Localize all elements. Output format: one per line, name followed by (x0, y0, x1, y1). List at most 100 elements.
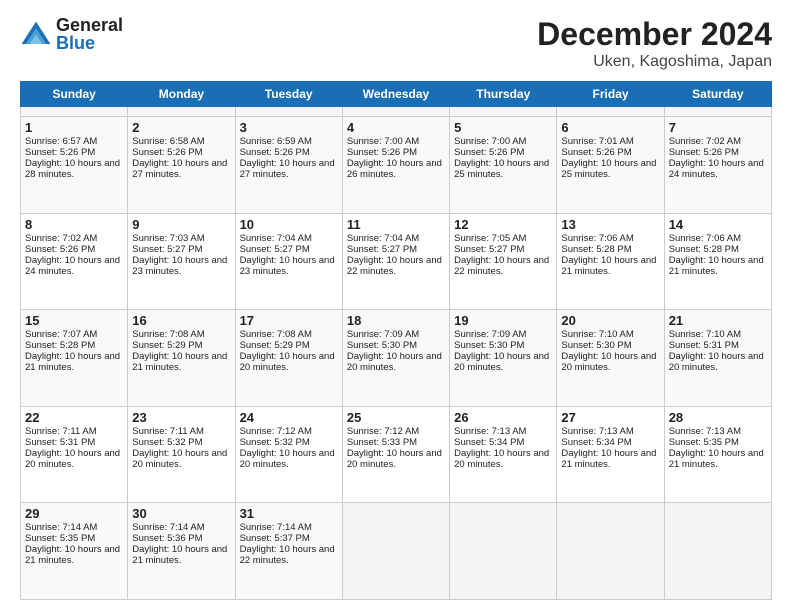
calendar-cell: 9Sunrise: 7:03 AMSunset: 5:27 PMDaylight… (128, 213, 235, 310)
calendar-cell: 3Sunrise: 6:59 AMSunset: 5:26 PMDaylight… (235, 117, 342, 214)
daylight-text: Daylight: 10 hours and 21 minutes. (669, 448, 764, 470)
calendar-cell (21, 107, 128, 117)
calendar-cell: 12Sunrise: 7:05 AMSunset: 5:27 PMDayligh… (450, 213, 557, 310)
daylight-text: Daylight: 10 hours and 20 minutes. (561, 351, 656, 373)
day-number: 31 (240, 506, 338, 521)
daylight-text: Daylight: 10 hours and 20 minutes. (240, 448, 335, 470)
day-number: 13 (561, 217, 659, 232)
day-number: 22 (25, 410, 123, 425)
day-number: 21 (669, 313, 767, 328)
daylight-text: Daylight: 10 hours and 20 minutes. (669, 351, 764, 373)
sunrise-text: Sunrise: 7:12 AM (347, 426, 419, 437)
sunrise-text: Sunrise: 7:12 AM (240, 426, 312, 437)
calendar-cell: 30Sunrise: 7:14 AMSunset: 5:36 PMDayligh… (128, 503, 235, 600)
week-row-0 (21, 107, 772, 117)
sunset-text: Sunset: 5:36 PM (132, 533, 202, 544)
calendar-table: SundayMondayTuesdayWednesdayThursdayFrid… (20, 81, 772, 600)
day-number: 15 (25, 313, 123, 328)
daylight-text: Daylight: 10 hours and 25 minutes. (561, 158, 656, 180)
calendar-cell: 11Sunrise: 7:04 AMSunset: 5:27 PMDayligh… (342, 213, 449, 310)
sunset-text: Sunset: 5:26 PM (347, 147, 417, 158)
sunset-text: Sunset: 5:31 PM (25, 437, 95, 448)
sunrise-text: Sunrise: 7:09 AM (347, 329, 419, 340)
calendar-cell (664, 107, 771, 117)
sunrise-text: Sunrise: 7:05 AM (454, 233, 526, 244)
day-number: 28 (669, 410, 767, 425)
calendar-cell: 7Sunrise: 7:02 AMSunset: 5:26 PMDaylight… (664, 117, 771, 214)
daylight-text: Daylight: 10 hours and 21 minutes. (561, 448, 656, 470)
day-number: 30 (132, 506, 230, 521)
daylight-text: Daylight: 10 hours and 21 minutes. (132, 544, 227, 566)
sunrise-text: Sunrise: 7:14 AM (25, 522, 97, 533)
calendar-cell: 15Sunrise: 7:07 AMSunset: 5:28 PMDayligh… (21, 310, 128, 407)
calendar-cell (342, 107, 449, 117)
sunset-text: Sunset: 5:26 PM (669, 147, 739, 158)
calendar-cell: 14Sunrise: 7:06 AMSunset: 5:28 PMDayligh… (664, 213, 771, 310)
day-header-wednesday: Wednesday (342, 82, 449, 107)
sunset-text: Sunset: 5:27 PM (347, 244, 417, 255)
sunrise-text: Sunrise: 7:03 AM (132, 233, 204, 244)
daylight-text: Daylight: 10 hours and 22 minutes. (240, 544, 335, 566)
daylight-text: Daylight: 10 hours and 23 minutes. (132, 255, 227, 277)
calendar-cell: 17Sunrise: 7:08 AMSunset: 5:29 PMDayligh… (235, 310, 342, 407)
sunset-text: Sunset: 5:26 PM (561, 147, 631, 158)
day-number: 12 (454, 217, 552, 232)
sunrise-text: Sunrise: 7:04 AM (347, 233, 419, 244)
sunrise-text: Sunrise: 7:04 AM (240, 233, 312, 244)
day-header-thursday: Thursday (450, 82, 557, 107)
title-area: December 2024 Uken, Kagoshima, Japan (537, 16, 772, 71)
daylight-text: Daylight: 10 hours and 22 minutes. (454, 255, 549, 277)
daylight-text: Daylight: 10 hours and 24 minutes. (25, 255, 120, 277)
month-title: December 2024 (537, 16, 772, 53)
day-number: 14 (669, 217, 767, 232)
daylight-text: Daylight: 10 hours and 21 minutes. (25, 351, 120, 373)
sunset-text: Sunset: 5:35 PM (669, 437, 739, 448)
daylight-text: Daylight: 10 hours and 25 minutes. (454, 158, 549, 180)
sunrise-text: Sunrise: 6:58 AM (132, 136, 204, 147)
calendar-cell (342, 503, 449, 600)
day-header-monday: Monday (128, 82, 235, 107)
week-row-1: 1Sunrise: 6:57 AMSunset: 5:26 PMDaylight… (21, 117, 772, 214)
daylight-text: Daylight: 10 hours and 22 minutes. (347, 255, 442, 277)
sunrise-text: Sunrise: 7:06 AM (561, 233, 633, 244)
calendar-cell: 31Sunrise: 7:14 AMSunset: 5:37 PMDayligh… (235, 503, 342, 600)
daylight-text: Daylight: 10 hours and 21 minutes. (25, 544, 120, 566)
daylight-text: Daylight: 10 hours and 27 minutes. (240, 158, 335, 180)
day-header-friday: Friday (557, 82, 664, 107)
calendar-cell: 19Sunrise: 7:09 AMSunset: 5:30 PMDayligh… (450, 310, 557, 407)
daylight-text: Daylight: 10 hours and 23 minutes. (240, 255, 335, 277)
calendar-cell (450, 503, 557, 600)
sunrise-text: Sunrise: 7:07 AM (25, 329, 97, 340)
day-number: 2 (132, 120, 230, 135)
sunset-text: Sunset: 5:28 PM (25, 340, 95, 351)
sunrise-text: Sunrise: 6:57 AM (25, 136, 97, 147)
calendar-cell: 13Sunrise: 7:06 AMSunset: 5:28 PMDayligh… (557, 213, 664, 310)
day-number: 6 (561, 120, 659, 135)
sunrise-text: Sunrise: 7:02 AM (25, 233, 97, 244)
sunset-text: Sunset: 5:26 PM (25, 147, 95, 158)
day-number: 18 (347, 313, 445, 328)
sunrise-text: Sunrise: 6:59 AM (240, 136, 312, 147)
calendar-cell: 28Sunrise: 7:13 AMSunset: 5:35 PMDayligh… (664, 406, 771, 503)
sunset-text: Sunset: 5:26 PM (25, 244, 95, 255)
sunset-text: Sunset: 5:29 PM (132, 340, 202, 351)
sunset-text: Sunset: 5:32 PM (132, 437, 202, 448)
day-number: 27 (561, 410, 659, 425)
sunrise-text: Sunrise: 7:13 AM (454, 426, 526, 437)
sunset-text: Sunset: 5:34 PM (561, 437, 631, 448)
daylight-text: Daylight: 10 hours and 20 minutes. (240, 351, 335, 373)
calendar-cell: 24Sunrise: 7:12 AMSunset: 5:32 PMDayligh… (235, 406, 342, 503)
calendar-cell: 25Sunrise: 7:12 AMSunset: 5:33 PMDayligh… (342, 406, 449, 503)
daylight-text: Daylight: 10 hours and 20 minutes. (132, 448, 227, 470)
daylight-text: Daylight: 10 hours and 20 minutes. (25, 448, 120, 470)
daylight-text: Daylight: 10 hours and 20 minutes. (454, 448, 549, 470)
daylight-text: Daylight: 10 hours and 21 minutes. (561, 255, 656, 277)
header: General Blue December 2024 Uken, Kagoshi… (20, 16, 772, 71)
calendar-cell (450, 107, 557, 117)
day-number: 19 (454, 313, 552, 328)
sunrise-text: Sunrise: 7:09 AM (454, 329, 526, 340)
calendar-cell: 22Sunrise: 7:11 AMSunset: 5:31 PMDayligh… (21, 406, 128, 503)
daylight-text: Daylight: 10 hours and 21 minutes. (669, 255, 764, 277)
day-number: 24 (240, 410, 338, 425)
sunrise-text: Sunrise: 7:13 AM (561, 426, 633, 437)
